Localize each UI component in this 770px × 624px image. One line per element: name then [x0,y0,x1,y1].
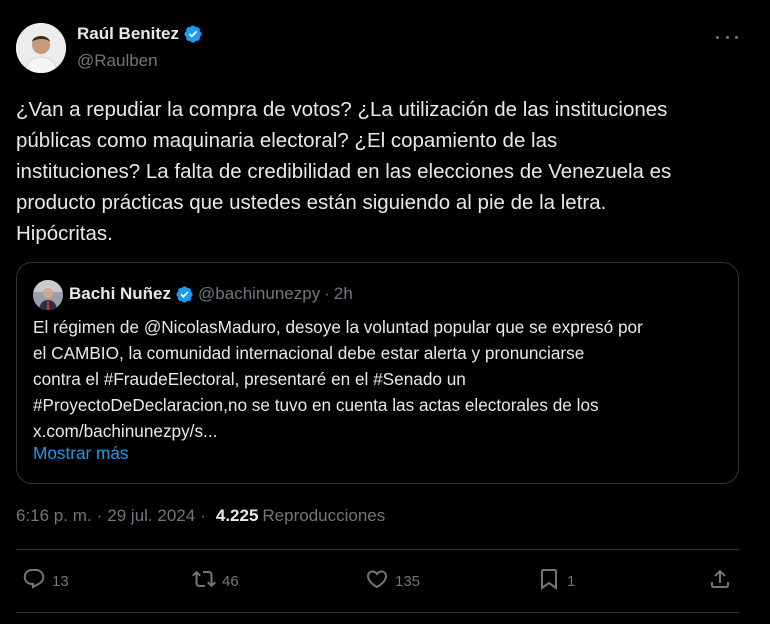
quoted-avatar[interactable] [33,280,63,310]
quoted-header: Bachi Nuñez @bachinunezpy · 2h [69,284,353,304]
quoted-separator: · [324,284,330,303]
tweet-text: ¿Van a repudiar la compra de votos? ¿La … [16,98,672,245]
like-button[interactable]: 135 [365,565,420,597]
repost-count: 46 [222,572,239,590]
quoted-tweet[interactable]: Bachi Nuñez @bachinunezpy · 2h El régime… [16,262,739,484]
reply-button[interactable]: 13 [22,565,69,597]
divider-top [16,549,739,550]
bookmark-count: 1 [567,572,576,590]
divider-bottom [16,612,739,613]
repost-button[interactable]: 46 [192,565,239,597]
quoted-author-handle[interactable]: @bachinunezpy [198,284,320,304]
meta-separator: · [96,506,103,525]
author-name-row[interactable]: Raúl Benitez [77,24,203,44]
reply-icon [22,567,46,595]
tweet-date[interactable]: 29 jul. 2024 [107,506,195,526]
author-name[interactable]: Raúl Benitez [77,24,179,44]
verified-badge-icon [175,285,194,304]
meta-separator-2: · [200,506,206,525]
like-count: 135 [395,572,421,590]
tweet-time[interactable]: 6:16 p. m. [16,506,92,526]
bookmark-button[interactable]: 1 [537,565,575,597]
action-bar: 13 46 135 1 [0,565,770,599]
share-button[interactable] [708,565,732,597]
views-label: Reproducciones [262,506,386,525]
reply-count: 13 [52,572,69,590]
tweet-meta: 6:16 p. m. · 29 jul. 2024 · 4.225 Reprod… [16,506,385,526]
quoted-text: El régimen de @NicolasMaduro, desoye la … [33,317,643,441]
author-avatar[interactable] [16,23,66,73]
more-horizontal-icon[interactable] [714,30,740,44]
repost-icon [192,567,216,595]
share-icon [708,567,732,595]
bookmark-icon [537,567,561,595]
tweet: Raúl Benitez @Raulben ¿Van a repudiar la… [0,0,770,624]
show-more-link[interactable]: Mostrar más [33,443,129,464]
like-icon [365,567,389,595]
verified-badge-icon [183,24,203,44]
quoted-time[interactable]: 2h [334,284,353,304]
author-handle[interactable]: @Raulben [77,51,158,71]
views-count: 4.225 [215,506,259,525]
quoted-author-name[interactable]: Bachi Nuñez [69,284,171,304]
